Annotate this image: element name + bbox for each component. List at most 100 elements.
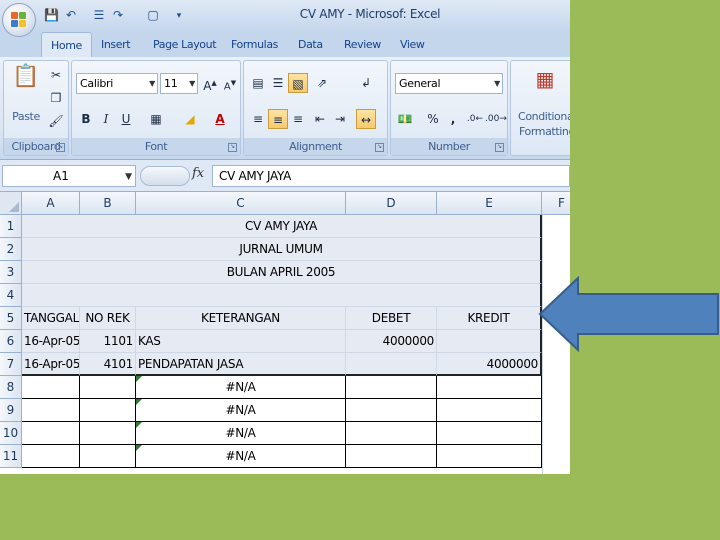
orientation-icon[interactable]: ⇗ [312, 73, 332, 93]
table-cell[interactable] [346, 422, 437, 445]
alignment-launcher-icon[interactable]: ↘ [375, 143, 384, 152]
comma-button[interactable]: , [443, 109, 463, 129]
cut-icon[interactable]: ✂ [46, 65, 66, 85]
row-header[interactable]: 4 [0, 284, 22, 307]
table-cell[interactable] [346, 445, 437, 468]
header-tanggal[interactable]: TANGGAL [22, 307, 80, 330]
table-cell[interactable] [437, 422, 542, 445]
row-header[interactable]: 5 [0, 307, 22, 330]
align-left-icon[interactable]: ≡ [248, 109, 268, 129]
header-norek[interactable]: NO REK [80, 307, 136, 330]
column-header-b[interactable]: B [80, 192, 136, 215]
clipboard-launcher-icon[interactable]: ↘ [56, 143, 65, 152]
table-cell-kredit[interactable]: 4000000 [437, 353, 542, 376]
formula-input[interactable]: CV AMY JAYA [212, 165, 570, 187]
column-header-e[interactable]: E [437, 192, 542, 215]
percent-button[interactable]: % [423, 109, 443, 129]
table-cell-norek[interactable]: 4101 [80, 353, 136, 376]
font-color-icon[interactable]: A [210, 109, 230, 129]
period-cell[interactable]: BULAN APRIL 2005 [22, 261, 542, 284]
underline-button[interactable]: U [116, 109, 136, 129]
wrap-text-icon[interactable]: ↲ [356, 73, 376, 93]
tab-page-layout[interactable]: Page Layout [153, 38, 217, 51]
font-launcher-icon[interactable]: ↘ [228, 143, 237, 152]
table-cell-debet[interactable] [346, 353, 437, 376]
error-cell[interactable]: #N/A [136, 399, 346, 422]
table-cell[interactable] [80, 399, 136, 422]
row-header[interactable]: 6 [0, 330, 22, 353]
fill-color-icon[interactable]: ◢ [180, 109, 200, 129]
decrease-indent-icon[interactable]: ⇤ [310, 109, 330, 129]
paste-icon[interactable]: 📋 [12, 66, 40, 99]
tab-home[interactable]: Home [41, 32, 92, 58]
number-launcher-icon[interactable]: ↘ [495, 143, 504, 152]
table-cell[interactable] [80, 376, 136, 399]
name-box[interactable]: A1 ▼ [2, 165, 136, 187]
tab-insert[interactable]: Insert [101, 38, 131, 51]
table-cell[interactable] [22, 445, 80, 468]
decrease-decimal-icon[interactable]: .00→ [485, 109, 507, 129]
tab-data[interactable]: Data [298, 38, 323, 51]
formula-bar-grip[interactable] [140, 166, 190, 186]
header-debet[interactable]: DEBET [346, 307, 437, 330]
table-cell[interactable] [346, 399, 437, 422]
table-cell[interactable] [80, 422, 136, 445]
table-cell-keterangan[interactable]: PENDAPATAN JASA [136, 353, 346, 376]
tab-review[interactable]: Review [344, 38, 381, 51]
table-cell-tanggal[interactable]: 16-Apr-05 [22, 353, 80, 376]
insert-function-icon[interactable]: fx [192, 166, 204, 181]
error-cell[interactable]: #N/A [136, 445, 346, 468]
column-header-c[interactable]: C [136, 192, 346, 215]
blank-cell[interactable] [22, 284, 542, 307]
increase-indent-icon[interactable]: ⇥ [330, 109, 350, 129]
error-cell[interactable]: #N/A [136, 422, 346, 445]
conditional-formatting-label[interactable]: Conditional Formatting [515, 109, 570, 139]
table-cell[interactable] [437, 445, 542, 468]
table-cell[interactable] [22, 399, 80, 422]
row-header[interactable]: 3 [0, 261, 22, 284]
copy-icon[interactable]: ❐ [46, 88, 66, 108]
font-size-select[interactable]: 11 ▼ [160, 73, 198, 94]
table-cell-norek[interactable]: 1101 [80, 330, 136, 353]
header-kredit[interactable]: KREDIT [437, 307, 542, 330]
bold-button[interactable]: B [76, 109, 96, 129]
row-header[interactable]: 11 [0, 445, 22, 468]
table-cell[interactable] [437, 376, 542, 399]
italic-button[interactable]: I [96, 109, 116, 129]
grow-font-icon[interactable]: A▲ [200, 73, 220, 93]
row-header[interactable]: 10 [0, 422, 22, 445]
column-header-d[interactable]: D [346, 192, 437, 215]
table-cell[interactable] [437, 399, 542, 422]
error-cell[interactable]: #N/A [136, 376, 346, 399]
row-header[interactable]: 8 [0, 376, 22, 399]
number-format-select[interactable]: General ▼ [395, 73, 503, 94]
borders-icon[interactable]: ▦ [146, 109, 166, 129]
shrink-font-icon[interactable]: A▼ [220, 73, 240, 93]
office-button[interactable] [2, 3, 36, 37]
table-cell-kredit[interactable] [437, 330, 542, 353]
table-cell[interactable] [22, 376, 80, 399]
align-bottom-icon[interactable]: ▧ [288, 73, 308, 93]
select-all-button[interactable] [0, 192, 22, 215]
table-cell-tanggal[interactable]: 16-Apr-05 [22, 330, 80, 353]
currency-icon[interactable]: 💵 [395, 109, 415, 129]
table-cell[interactable] [80, 445, 136, 468]
row-header[interactable]: 2 [0, 238, 22, 261]
row-header[interactable]: 9 [0, 399, 22, 422]
align-center-icon[interactable]: ≡ [268, 109, 288, 129]
align-middle-icon[interactable]: ☰ [268, 73, 288, 93]
increase-decimal-icon[interactable]: .0← [465, 109, 485, 129]
merge-center-icon[interactable]: ↔ [356, 109, 376, 129]
font-name-select[interactable]: Calibri ▼ [76, 73, 158, 94]
paste-label[interactable]: Paste [8, 109, 44, 124]
column-header-f[interactable]: F [542, 192, 570, 215]
align-top-icon[interactable]: ▤ [248, 73, 268, 93]
table-cell-keterangan[interactable]: KAS [136, 330, 346, 353]
row-header[interactable]: 1 [0, 215, 22, 238]
conditional-formatting-icon[interactable]: ▦ [533, 69, 557, 97]
title-cell[interactable]: CV AMY JAYA [22, 215, 542, 238]
align-right-icon[interactable]: ≡ [288, 109, 308, 129]
format-painter-icon[interactable]: 🖌 [46, 111, 66, 131]
tab-formulas[interactable]: Formulas [231, 38, 278, 51]
table-cell[interactable] [22, 422, 80, 445]
